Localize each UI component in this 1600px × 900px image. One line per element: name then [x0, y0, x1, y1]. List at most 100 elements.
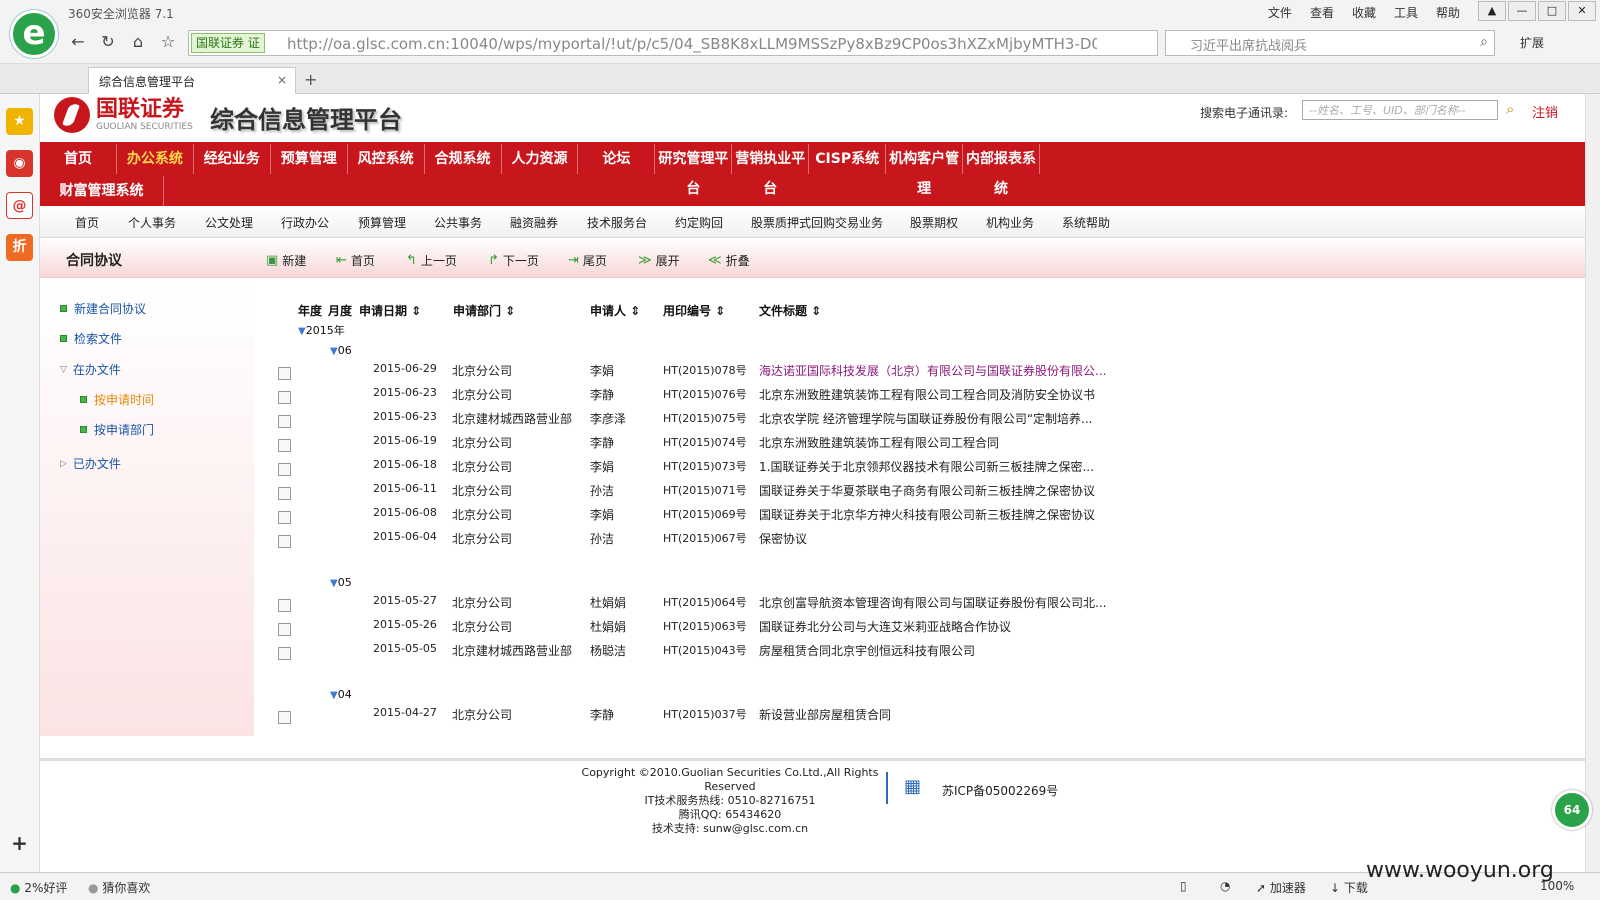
nav-reports[interactable]: 内部报表系统: [963, 144, 1040, 197]
minimize-icon[interactable]: —: [1508, 1, 1536, 21]
row-checkbox[interactable]: [278, 415, 291, 428]
toolbar-expand-button[interactable]: ≫ 展开: [638, 252, 680, 269]
col-code[interactable]: 用印编号 ⇕: [663, 302, 725, 319]
tree-done[interactable]: ▷ 已办文件: [60, 455, 121, 472]
col-person[interactable]: 申请人 ⇕: [590, 302, 640, 319]
menu-tools[interactable]: 工具: [1394, 4, 1418, 21]
cell-title-link[interactable]: 北京东洲致胜建筑装饰工程有限公司工程合同: [759, 434, 999, 451]
col-title[interactable]: 文件标题 ⇕: [759, 302, 821, 319]
subnav-repurchase[interactable]: 约定购回: [675, 214, 723, 231]
triangle-down-icon[interactable]: ▽: [60, 365, 67, 375]
new-tab-icon[interactable]: +: [304, 70, 317, 89]
subnav-margin[interactable]: 融资融券: [510, 214, 558, 231]
table-row[interactable]: 2015-05-05 北京建材城西路营业部 杨聪洁 HT(2015)043号 房屋租赁合…: [254, 640, 1254, 663]
nav-forum[interactable]: 论坛: [578, 144, 656, 174]
subnav-home[interactable]: 首页: [75, 214, 99, 231]
triangle-down-icon[interactable]: ▼: [330, 346, 338, 357]
tree-in-progress[interactable]: ▽ 在办文件: [60, 361, 121, 378]
close-icon[interactable]: ✕: [1568, 1, 1596, 21]
favorites-icon[interactable]: ★: [6, 108, 33, 135]
col-month[interactable]: 月度: [328, 302, 352, 319]
url-field[interactable]: 国联证券 证 http://oa.glsc.com.cn:10040/wps/m…: [188, 30, 1158, 56]
nav-budget[interactable]: 预算管理: [271, 144, 348, 174]
table-row[interactable]: 2015-06-29 北京分公司 李娟 HT(2015)078号 海达诺亚国际科技发展（…: [254, 360, 1254, 383]
subnav-admin[interactable]: 行政办公: [281, 214, 329, 231]
table-row[interactable]: 2015-06-04 北京分公司 孙洁 HT(2015)067号 保密协议: [254, 528, 1254, 551]
directory-search-icon[interactable]: ⌕: [1506, 100, 1514, 118]
download-button[interactable]: ↓ 下载: [1330, 879, 1368, 896]
subnav-budget[interactable]: 预算管理: [358, 214, 406, 231]
toolbar-last-button[interactable]: ⇥ 尾页: [568, 252, 607, 269]
cell-title-link[interactable]: 国联证券关于华夏茶联电子商务有限公司新三板挂牌之保密协议: [759, 482, 1095, 499]
logout-link[interactable]: 注销: [1532, 102, 1558, 121]
tree-by-time[interactable]: 按申请时间: [80, 391, 154, 408]
sort-icon[interactable]: ⇕: [411, 304, 421, 318]
table-row[interactable]: 2015-06-11 北京分公司 孙洁 HT(2015)071号 国联证券关于华夏茶联电…: [254, 480, 1254, 503]
cell-title-link[interactable]: 海达诺亚国际科技发展（北京）有限公司与国联证券股份有限公...: [759, 362, 1106, 379]
table-row[interactable]: 2015-06-08 北京分公司 李娟 HT(2015)069号 国联证券关于北京华方神…: [254, 504, 1254, 527]
triangle-down-icon[interactable]: ▼: [330, 578, 338, 589]
tree-by-dept[interactable]: 按申请部门: [80, 421, 154, 438]
discount-icon[interactable]: 折: [6, 234, 33, 261]
nav-risk[interactable]: 风控系统: [348, 144, 425, 174]
directory-search-input[interactable]: --姓名、工号、UID、部门名称--: [1302, 100, 1498, 120]
table-row[interactable]: 2015-06-23 北京分公司 李静 HT(2015)076号 北京东洲致胜建筑装饰工…: [254, 384, 1254, 407]
toolbar-collapse-button[interactable]: ≪ 折叠: [708, 252, 750, 269]
toolbar-new-button[interactable]: ▣ 新建: [266, 252, 306, 269]
table-row[interactable]: 2015-06-18 北京分公司 李娟 HT(2015)073号 1.国联证券关于北京领…: [254, 456, 1254, 479]
certificate-badge[interactable]: 国联证券 证: [191, 33, 265, 53]
table-row[interactable]: 2015-06-19 北京分公司 李静 HT(2015)074号 北京东洲致胜建筑装饰工…: [254, 432, 1254, 455]
browser-search[interactable]: 习近平出席抗战阅兵 ⌕: [1165, 30, 1495, 56]
sort-icon[interactable]: ⇕: [715, 304, 725, 318]
star-icon[interactable]: ☆: [158, 32, 178, 51]
cell-title-link[interactable]: 北京东洲致胜建筑装饰工程有限公司工程合同及消防安全协议书: [759, 386, 1095, 403]
triangle-down-icon[interactable]: ▼: [298, 326, 306, 337]
nav-hr[interactable]: 人力资源: [502, 144, 579, 174]
group-year[interactable]: ▼2015年: [298, 322, 345, 338]
cell-title-link[interactable]: 北京农学院 经济管理学院与国联证券股份有限公司“定制培养...: [759, 410, 1092, 427]
page-scrollbar[interactable]: [1585, 94, 1600, 872]
search-icon[interactable]: ⌕: [1480, 34, 1488, 50]
skin-icon[interactable]: ▲: [1478, 1, 1506, 21]
nav-cisp[interactable]: CISP系统: [809, 144, 887, 174]
menu-file[interactable]: 文件: [1268, 4, 1292, 21]
group-month[interactable]: ▼06: [330, 344, 352, 357]
col-year[interactable]: 年度: [298, 302, 322, 319]
extensions-button[interactable]: 扩展: [1520, 34, 1544, 51]
cell-title-link[interactable]: 保密协议: [759, 530, 807, 547]
subnav-institution[interactable]: 机构业务: [986, 214, 1034, 231]
col-date[interactable]: 申请日期 ⇕: [359, 302, 421, 319]
nav-office[interactable]: 办公系统: [117, 144, 194, 174]
icp-number[interactable]: 苏ICP备05002269号: [942, 782, 1058, 799]
nav-compliance[interactable]: 合规系统: [425, 144, 502, 174]
tree-search-docs[interactable]: 检索文件: [60, 330, 122, 347]
cell-title-link[interactable]: 国联证券北分公司与大连艾米莉亚战略合作协议: [759, 618, 1011, 635]
mail-icon[interactable]: @: [6, 192, 33, 219]
subnav-help[interactable]: 系统帮助: [1062, 214, 1110, 231]
triangle-down-icon[interactable]: ▼: [330, 690, 338, 701]
company-logo[interactable]: 国联证券 GUOLIAN SECURITIES: [54, 97, 193, 133]
row-checkbox[interactable]: [278, 487, 291, 500]
nav-institution[interactable]: 机构客户管理: [886, 144, 964, 197]
subnav-personal[interactable]: 个人事务: [128, 214, 176, 231]
maximize-icon[interactable]: □: [1538, 1, 1566, 21]
group-month[interactable]: ▼05: [330, 576, 352, 589]
row-checkbox[interactable]: [278, 391, 291, 404]
url-text[interactable]: http://oa.glsc.com.cn:10040/wps/myportal…: [287, 35, 1097, 53]
row-checkbox[interactable]: [278, 439, 291, 452]
nav-wealth[interactable]: 财富管理系统: [40, 176, 164, 206]
subnav-options[interactable]: 股票期权: [910, 214, 958, 231]
cell-title-link[interactable]: 北京创富导航资本管理咨询有限公司与国联证券股份有限公司北...: [759, 594, 1106, 611]
sort-icon[interactable]: ⇕: [811, 304, 821, 318]
row-checkbox[interactable]: [278, 463, 291, 476]
subnav-techdesk[interactable]: 技术服务台: [587, 214, 647, 231]
subnav-public[interactable]: 公共事务: [434, 214, 482, 231]
toolbar-next-button[interactable]: ↱ 下一页: [488, 252, 539, 269]
nav-home[interactable]: 首页: [40, 144, 117, 174]
tree-new-contract[interactable]: 新建合同协议: [60, 300, 146, 317]
table-row[interactable]: 2015-05-26 北京分公司 杜娟娟 HT(2015)063号 国联证券北分公司与大…: [254, 616, 1254, 639]
table-row[interactable]: 2015-05-27 北京分公司 杜娟娟 HT(2015)064号 北京创富导航资本管理…: [254, 592, 1254, 615]
sort-icon[interactable]: ⇕: [630, 304, 640, 318]
weibo-icon[interactable]: ◉: [6, 150, 33, 177]
home-icon[interactable]: ⌂: [128, 32, 148, 51]
